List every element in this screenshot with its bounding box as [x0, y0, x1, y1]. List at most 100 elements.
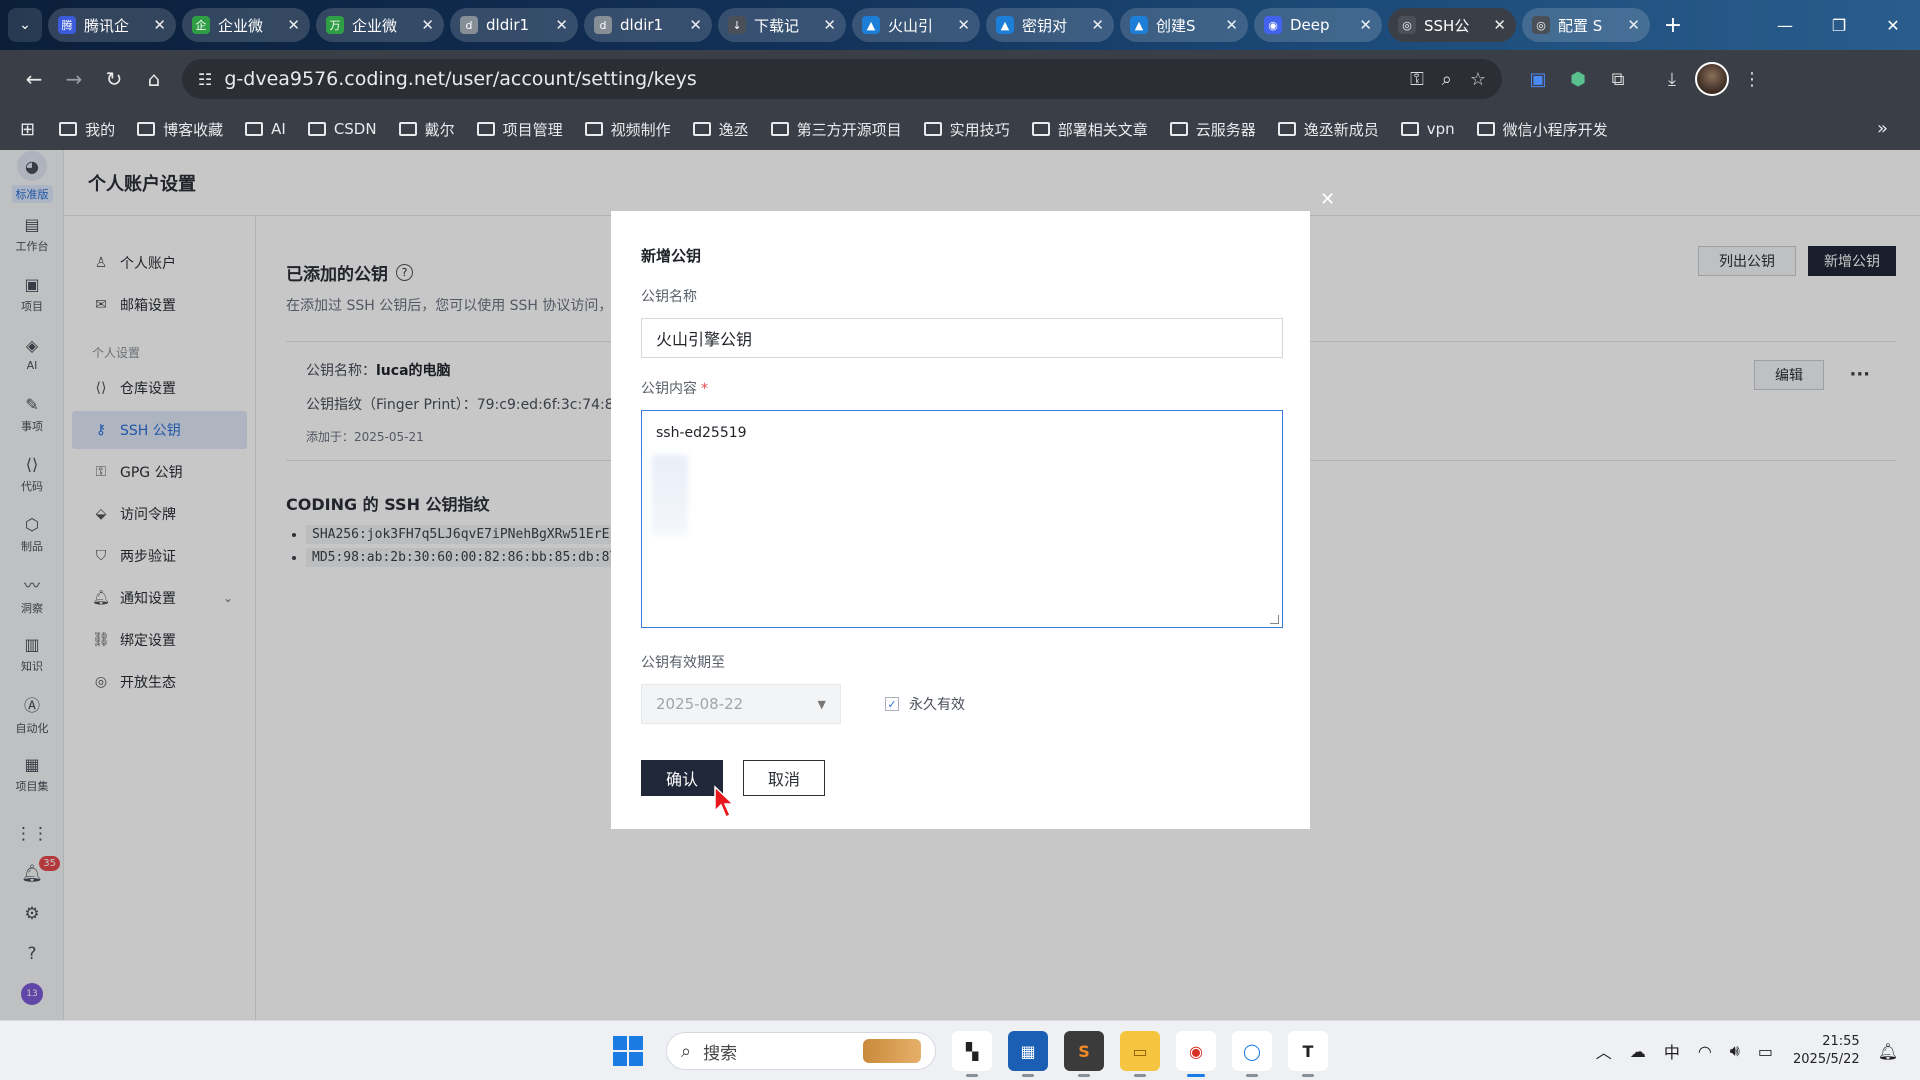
- system-tray: ︿ ☁ 中 ◠ 🔊︎ ▭ 21:55 2025/5/22 🔔︎: [1578, 1021, 1898, 1080]
- tab-close-icon[interactable]: ✕: [287, 16, 300, 34]
- bookmark-folder[interactable]: 逸丞: [692, 119, 749, 140]
- reload-icon[interactable]: ↻: [94, 59, 134, 99]
- minimize-icon[interactable]: —: [1758, 16, 1812, 35]
- bookmark-folder[interactable]: 博客收藏: [137, 119, 223, 140]
- bookmarks-overflow-icon[interactable]: »: [1877, 118, 1888, 139]
- qq-browser-icon[interactable]: ◯: [1232, 1031, 1272, 1077]
- password-key-icon[interactable]: ⚿: [1410, 69, 1424, 90]
- browser-tab[interactable]: 企企业微 ✕: [182, 8, 310, 42]
- tab-close-icon[interactable]: ✕: [1091, 16, 1104, 34]
- bookmark-label: 逸丞: [718, 120, 749, 139]
- tab-favicon-icon: ◉: [1264, 16, 1282, 34]
- download-icon[interactable]: ⤓: [1652, 59, 1692, 99]
- tab-close-icon[interactable]: ✕: [1627, 16, 1640, 34]
- tray-overflow-icon[interactable]: ︿: [1596, 1039, 1612, 1063]
- address-bar[interactable]: ☷ g-dvea9576.coding.net/user/account/set…: [182, 59, 1502, 99]
- textarea-resize-handle[interactable]: [1270, 615, 1279, 624]
- search-label: 搜索: [703, 1043, 738, 1064]
- browser-tab[interactable]: ▲ 密钥对 ✕: [986, 8, 1114, 42]
- redacted-key-blur: [652, 455, 688, 535]
- browser-tab[interactable]: ▲ 创建S ✕: [1120, 8, 1248, 42]
- app-glyph: ▚: [965, 1041, 979, 1061]
- running-indicator: [1134, 1074, 1146, 1077]
- onedrive-icon[interactable]: ☁: [1630, 1042, 1646, 1061]
- tab-close-icon[interactable]: ✕: [421, 16, 434, 34]
- home-icon[interactable]: ⌂: [134, 59, 174, 99]
- expiry-date-picker[interactable]: 2025-08-22 ▼: [641, 684, 841, 724]
- close-window-icon[interactable]: ✕: [1866, 16, 1920, 35]
- bookmark-folder[interactable]: 戴尔: [398, 119, 455, 140]
- typora-icon[interactable]: T: [1288, 1031, 1328, 1077]
- bookmark-folder[interactable]: 第三方开源项目: [770, 119, 902, 140]
- browser-tab[interactable]: 万企业微 ✕: [316, 8, 444, 42]
- tab-close-icon[interactable]: ✕: [1225, 16, 1238, 34]
- bookmark-folder[interactable]: 微信小程序开发: [1476, 119, 1608, 140]
- back-icon[interactable]: ←: [14, 59, 54, 99]
- bookmark-folder[interactable]: 视频制作: [584, 119, 671, 140]
- browser-tab[interactable]: d dldir1 ✕: [450, 8, 578, 42]
- bookmark-label: 部署相关文章: [1057, 120, 1148, 139]
- cancel-button[interactable]: 取消: [743, 760, 825, 796]
- browser-tab[interactable]: ◉ Deep ✕: [1254, 8, 1382, 42]
- browser-tab[interactable]: ◎ SSH公 ✕: [1388, 8, 1516, 42]
- bookmark-folder[interactable]: 云服务器: [1169, 119, 1256, 140]
- site-info-icon[interactable]: ☷: [198, 70, 212, 89]
- tab-close-icon[interactable]: ✕: [153, 16, 166, 34]
- notification-center-icon[interactable]: 🔔︎: [1878, 1042, 1898, 1061]
- profile-avatar[interactable]: [1692, 59, 1732, 99]
- wifi-icon[interactable]: ◠: [1698, 1042, 1712, 1061]
- tab-search-icon[interactable]: ⌄: [8, 8, 42, 42]
- bookmark-folder[interactable]: 项目管理: [476, 119, 563, 140]
- taskbar-center: ⌕ 搜索 ▚ ▦ S ▭ ◉ ◯ T: [608, 1031, 1328, 1077]
- bookmark-label: 视频制作: [610, 120, 671, 139]
- store-icon[interactable]: ▦: [1008, 1031, 1048, 1077]
- clock[interactable]: 21:55 2025/5/22: [1793, 1033, 1860, 1069]
- tab-close-icon[interactable]: ✕: [1493, 16, 1506, 34]
- taskbar-search[interactable]: ⌕ 搜索: [666, 1032, 936, 1070]
- tab-close-icon[interactable]: ✕: [957, 16, 970, 34]
- dialog-title: 新增公钥: [641, 247, 702, 265]
- new-tab-button[interactable]: +: [1656, 8, 1690, 42]
- browser-tab[interactable]: ↓ 下载记 ✕: [718, 8, 846, 42]
- apps-grid-icon[interactable]: ⊞: [20, 119, 35, 140]
- windows-start-icon[interactable]: [608, 1031, 648, 1071]
- bookmark-folder[interactable]: 实用技巧: [923, 119, 1010, 140]
- explorer-icon[interactable]: ▭: [1120, 1031, 1160, 1077]
- tab-close-icon[interactable]: ✕: [689, 16, 702, 34]
- ime-indicator[interactable]: 中: [1664, 1039, 1680, 1063]
- folder-icon: [59, 122, 78, 136]
- tab-close-icon[interactable]: ✕: [1359, 16, 1372, 34]
- browser-menu-icon[interactable]: ⋮: [1732, 59, 1772, 99]
- browser-tab[interactable]: ▲ 火山引 ✕: [852, 8, 980, 42]
- browser-tab[interactable]: 腾腾讯企 ✕: [48, 8, 176, 42]
- tab-close-icon[interactable]: ✕: [823, 16, 836, 34]
- folder-icon: [584, 122, 603, 136]
- bookmark-star-icon[interactable]: ☆: [1470, 69, 1486, 90]
- zoom-icon[interactable]: ⌕: [1442, 69, 1452, 90]
- key-content-textarea[interactable]: ssh-ed25519: [641, 410, 1283, 628]
- volume-icon[interactable]: 🔊︎: [1730, 1041, 1740, 1061]
- bookmark-folder[interactable]: 逸丞新成员: [1277, 119, 1379, 140]
- translate-icon[interactable]: ▣: [1518, 59, 1558, 99]
- modal-close-icon[interactable]: ✕: [1320, 189, 1335, 210]
- battery-icon[interactable]: ▭: [1758, 1042, 1773, 1061]
- extensions-puzzle-icon[interactable]: ⧉: [1598, 59, 1638, 99]
- confirm-button[interactable]: 确认: [641, 760, 723, 796]
- tab-close-icon[interactable]: ✕: [555, 16, 568, 34]
- extension-shield-icon[interactable]: ⬢: [1558, 59, 1598, 99]
- bookmark-folder[interactable]: 部署相关文章: [1031, 119, 1148, 140]
- forward-icon[interactable]: →: [54, 59, 94, 99]
- restore-icon[interactable]: ❐: [1812, 16, 1866, 35]
- browser-tab[interactable]: d dldir1 ✕: [584, 8, 712, 42]
- task-view-icon[interactable]: ▚: [952, 1031, 992, 1077]
- bookmark-folder[interactable]: AI: [245, 120, 286, 138]
- bookmark-folder[interactable]: 我的: [59, 119, 115, 140]
- sublime-icon[interactable]: S: [1064, 1031, 1104, 1077]
- bookmark-folder[interactable]: CSDN: [307, 120, 377, 138]
- key-name-input[interactable]: 火山引擎公钥: [641, 318, 1283, 358]
- windows-taskbar: ⌕ 搜索 ▚ ▦ S ▭ ◉ ◯ T ︿ ☁ 中 ◠ 🔊︎ ▭ 21:55 2025/5/2…: [0, 1020, 1920, 1080]
- bookmark-folder[interactable]: vpn: [1400, 120, 1455, 138]
- chrome-icon[interactable]: ◉: [1176, 1031, 1216, 1077]
- browser-tab[interactable]: ◎ 配置 S ✕: [1522, 8, 1650, 42]
- forever-valid-checkbox[interactable]: ✓ 永久有效: [885, 694, 965, 714]
